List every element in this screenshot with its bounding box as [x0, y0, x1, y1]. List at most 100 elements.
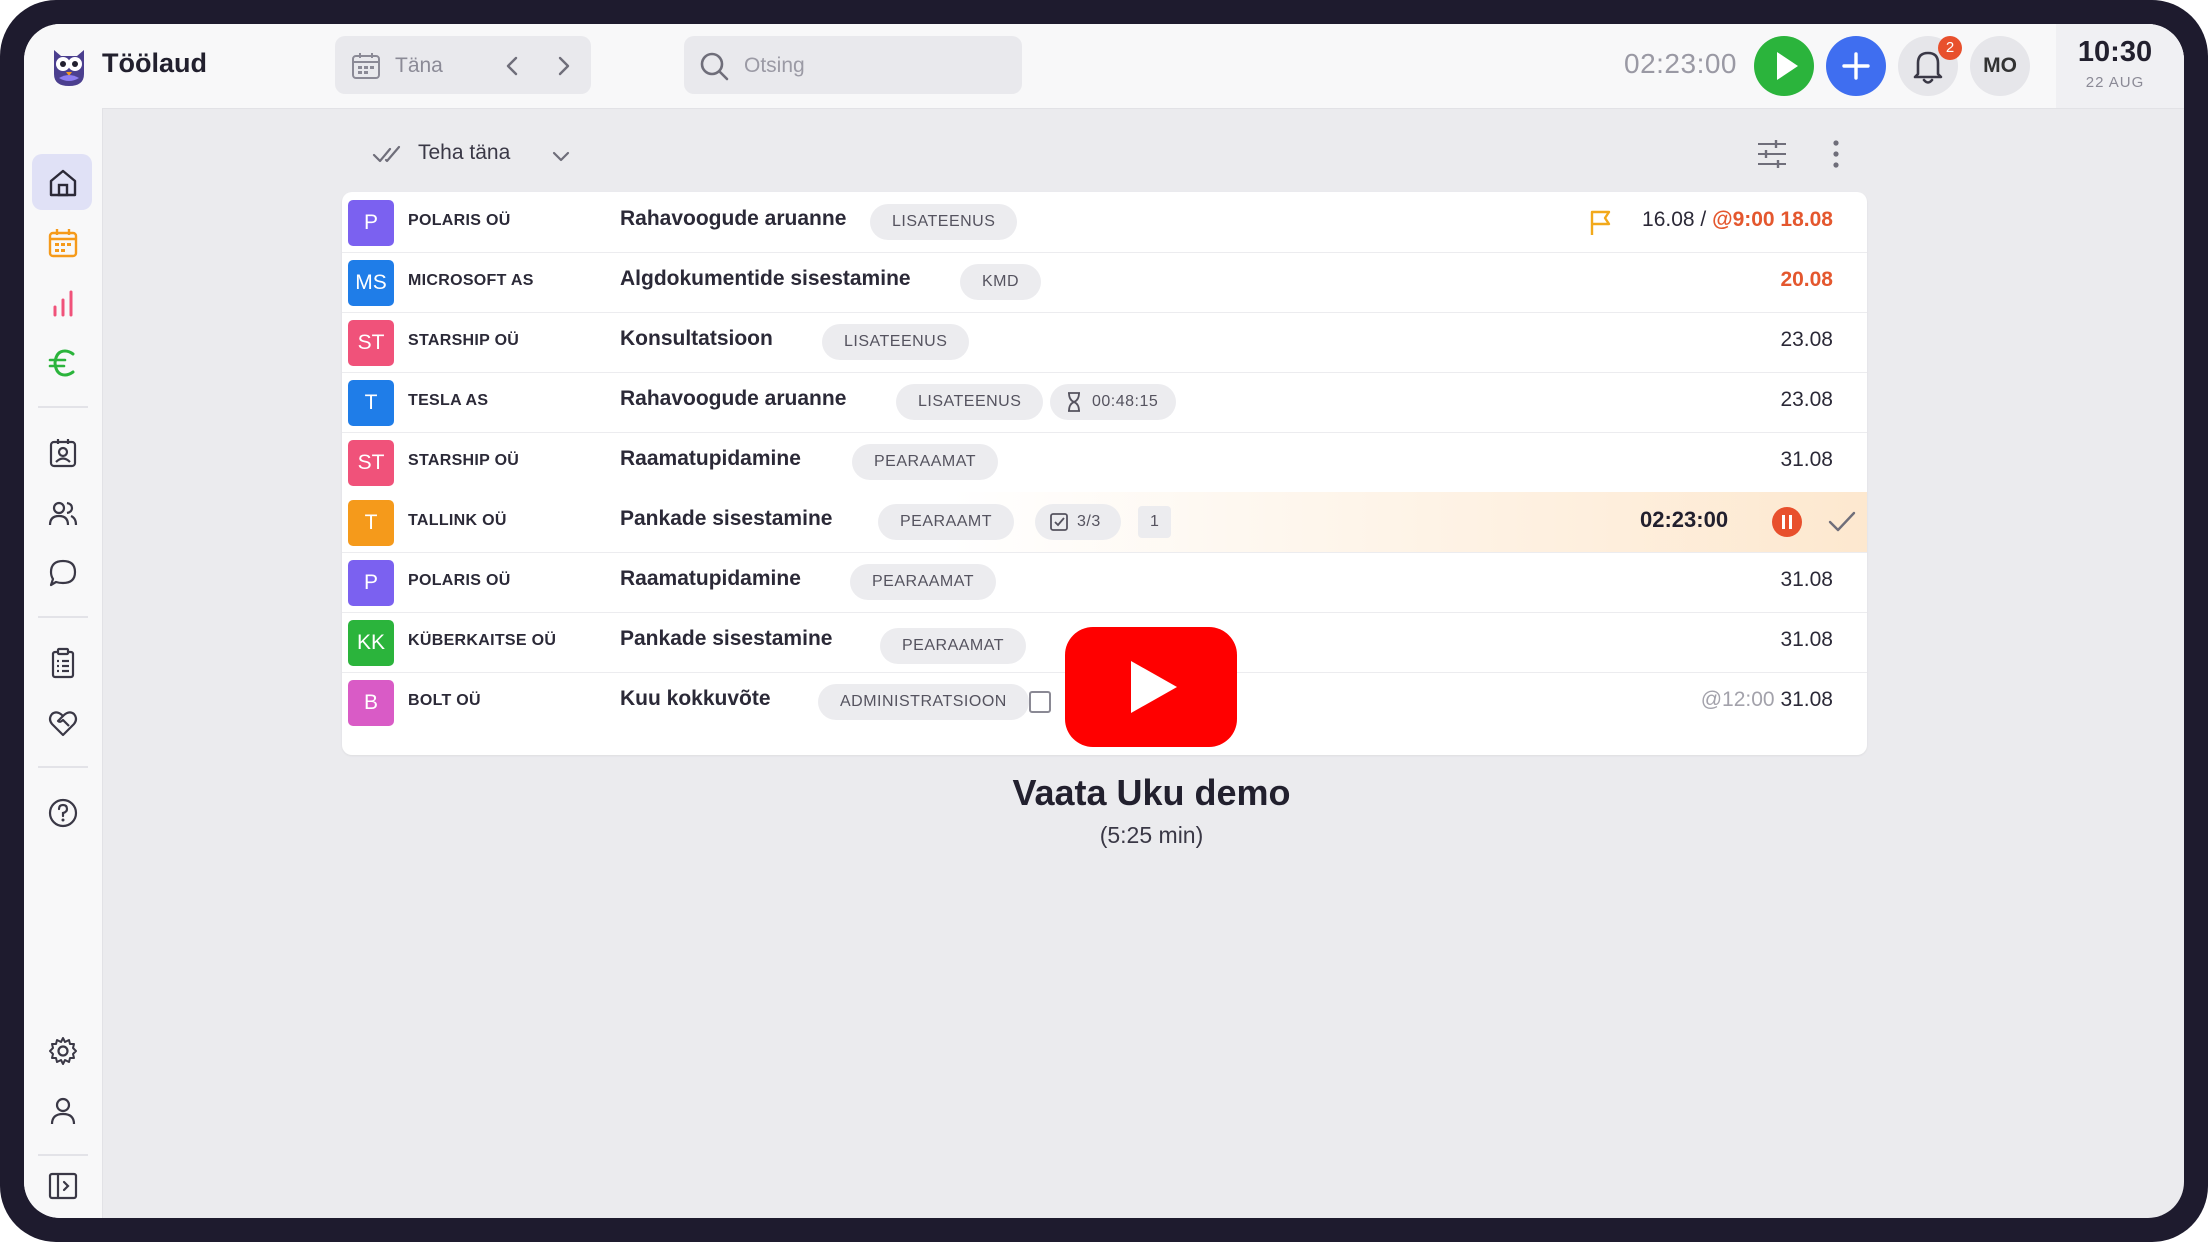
- sidebar-item-help[interactable]: [32, 784, 92, 840]
- checklist-progress: 3/3: [1077, 513, 1101, 530]
- pause-timer-button[interactable]: [1772, 507, 1802, 537]
- task-tag: LISATEENUS: [822, 324, 970, 360]
- sidebar-item-calendar[interactable]: [32, 214, 92, 270]
- chevron-left-icon[interactable]: [501, 54, 525, 78]
- task-row[interactable]: P POLARIS OÜ Raamatupidamine PEARAAMAT 3…: [342, 552, 1867, 613]
- due-date: 31.08: [1780, 448, 1833, 471]
- task-title: Algdokumentide sisestamine: [620, 267, 911, 290]
- client-avatar: KK: [348, 620, 394, 666]
- sidebar-item-messages[interactable]: [32, 544, 92, 600]
- client-name: KÜBERKAITSE OÜ: [408, 632, 557, 649]
- youtube-play-button[interactable]: [1065, 627, 1237, 747]
- plus-icon: [1842, 52, 1870, 80]
- video-title: Vaata Uku demo: [1012, 772, 1291, 813]
- time-spent-tag: 00:48:15: [1050, 384, 1177, 420]
- task-row[interactable]: P POLARIS OÜ Rahavoogude aruanne LISATEE…: [342, 192, 1867, 253]
- pause-icon: [1782, 515, 1792, 529]
- complete-check-icon[interactable]: [1826, 508, 1858, 536]
- task-tag: LISATEENUS: [896, 384, 1044, 420]
- heart-handshake-icon: [48, 711, 78, 737]
- task-title: Rahavoogude aruanne: [620, 387, 847, 410]
- client-avatar: ST: [348, 320, 394, 366]
- sidebar-item-profile[interactable]: [32, 1082, 92, 1138]
- client-name: POLARIS OÜ: [408, 212, 511, 229]
- clock: 10:30 22 AUG: [2056, 24, 2184, 108]
- clock-time: 10:30: [2077, 36, 2153, 68]
- page-title: Töölaud: [102, 48, 207, 78]
- sidebar-item-tasks[interactable]: [32, 634, 92, 690]
- task-title: Raamatupidamine: [620, 567, 801, 590]
- view-label: Teha täna: [418, 141, 511, 164]
- client-name: TALLINK OÜ: [408, 512, 507, 529]
- checklist-tag: 3/3: [1035, 504, 1121, 540]
- task-row[interactable]: T TESLA AS Rahavoogude aruanne LISATEENU…: [342, 372, 1867, 433]
- client-avatar: ST: [348, 440, 394, 486]
- clock-date: 22 AUG: [2085, 74, 2145, 91]
- task-tag: PEARAAMAT: [852, 444, 998, 480]
- due-date: 23.08: [1780, 328, 1833, 351]
- user-avatar[interactable]: MO: [1970, 36, 2030, 96]
- task-tag: LISATEENUS: [870, 204, 1018, 240]
- comment-count: 1: [1138, 506, 1171, 538]
- sidebar-item-contacts[interactable]: [32, 424, 92, 480]
- sidebar-item-finance[interactable]: [32, 334, 92, 390]
- client-avatar: MS: [348, 260, 394, 306]
- sidebar-item-settings[interactable]: [32, 1022, 92, 1078]
- client-avatar: B: [348, 680, 394, 726]
- sidebar-item-home[interactable]: [32, 154, 92, 210]
- checkbox-checked-icon: [1050, 513, 1068, 531]
- due-date: 20.08: [1780, 268, 1833, 291]
- task-tag: ADMINISTRATSIOON: [818, 684, 1029, 720]
- running-timer: 02:23:00: [1640, 507, 1729, 532]
- due-date: 31.08: [1780, 628, 1833, 651]
- video-duration: (5:25 min): [1099, 822, 1204, 848]
- client-name: STARSHIP OÜ: [408, 332, 520, 349]
- global-timer: 02:23:00: [1624, 48, 1737, 79]
- task-tag: KMD: [960, 264, 1042, 300]
- client-name: TESLA AS: [408, 392, 489, 409]
- task-tag: PEARAAMT: [878, 504, 1015, 540]
- view-selector[interactable]: Teha täna: [372, 135, 582, 175]
- client-avatar: P: [348, 560, 394, 606]
- collapse-sidebar-icon: [48, 1172, 78, 1200]
- due-date: 16.08 / @9:00 18.08: [1642, 208, 1833, 231]
- notification-badge: 2: [1938, 36, 1962, 60]
- contacts-icon: [49, 439, 77, 468]
- collapse-sidebar-button[interactable]: [32, 1154, 92, 1210]
- play-icon: [1777, 52, 1798, 80]
- top-bar: Töölaud Täna 02:23:00: [24, 24, 2184, 109]
- date-label: Täna: [395, 54, 443, 77]
- client-name: POLARIS OÜ: [408, 572, 511, 589]
- sidebar-divider: [38, 766, 88, 768]
- clipboard-icon: [51, 647, 75, 679]
- sidebar-item-reports[interactable]: [32, 274, 92, 330]
- task-row[interactable]: ST STARSHIP OÜ Konsultatsioon LISATEENUS…: [342, 312, 1867, 373]
- more-options-icon[interactable]: [1818, 136, 1854, 172]
- due-date: 31.08: [1780, 568, 1833, 591]
- task-title: Pankade sisestamine: [620, 507, 833, 530]
- subtask-checkbox[interactable]: [1029, 691, 1051, 713]
- due-date: 23.08: [1780, 388, 1833, 411]
- filter-sliders-icon[interactable]: [1754, 136, 1790, 172]
- users-icon: [48, 501, 78, 526]
- sidebar-item-users[interactable]: [32, 484, 92, 540]
- search-input[interactable]: [742, 46, 1006, 86]
- calendar-icon: [352, 53, 380, 79]
- date-picker[interactable]: Täna: [335, 36, 591, 94]
- add-button[interactable]: [1826, 36, 1886, 96]
- task-title: Raamatupidamine: [620, 447, 801, 470]
- chevron-right-icon[interactable]: [551, 54, 575, 78]
- help-icon: [48, 798, 78, 828]
- chart-icon: [53, 290, 73, 317]
- device-frame: Töölaud Täna 02:23:00: [0, 0, 2208, 1242]
- sidebar-item-clients[interactable]: [32, 694, 92, 750]
- hourglass-icon: [1068, 392, 1080, 412]
- task-title: Pankade sisestamine: [620, 627, 833, 650]
- client-name: BOLT OÜ: [408, 692, 481, 709]
- task-row[interactable]: ST STARSHIP OÜ Raamatupidamine PEARAAMAT…: [342, 432, 1867, 493]
- task-row[interactable]: MS MICROSOFT AS Algdokumentide sisestami…: [342, 252, 1867, 313]
- task-row-active[interactable]: T TALLINK OÜ Pankade sisestamine PEARAAM…: [342, 492, 1867, 553]
- client-name: STARSHIP OÜ: [408, 452, 520, 469]
- time-spent: 00:48:15: [1092, 393, 1159, 410]
- start-timer-button[interactable]: [1754, 36, 1814, 96]
